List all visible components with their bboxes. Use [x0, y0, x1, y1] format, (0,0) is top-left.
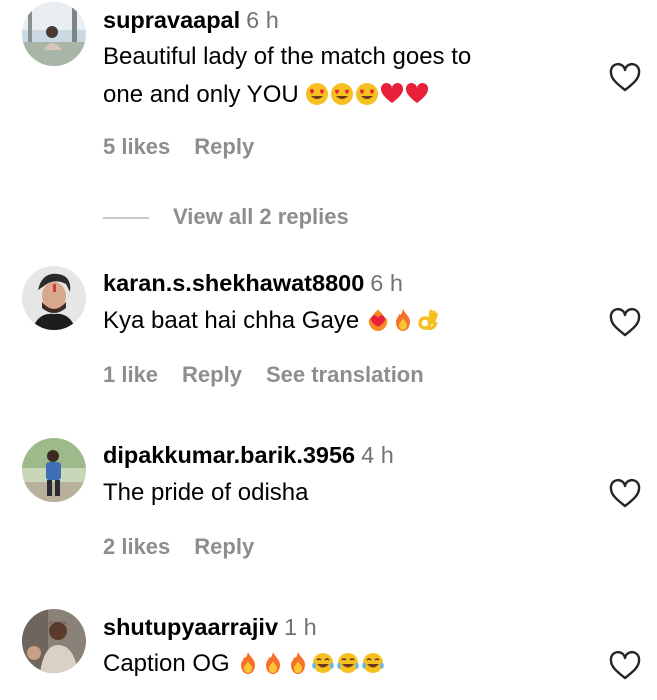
heart-eyes-emoji: [330, 82, 354, 106]
timestamp[interactable]: 6 h: [370, 270, 403, 296]
heart-outline-icon[interactable]: [608, 478, 642, 510]
likes-count[interactable]: 5 likes: [103, 134, 170, 159]
username[interactable]: shutupyaarrajiv: [103, 614, 278, 640]
ok-hand-emoji: [416, 308, 440, 332]
emoji-group: [305, 81, 430, 108]
comment-actions: 2 likes Reply: [103, 533, 278, 561]
username[interactable]: dipakkumar.barik.3956: [103, 442, 355, 468]
heart-outline-icon[interactable]: [608, 650, 642, 682]
username[interactable]: supravaapal: [103, 7, 240, 33]
timestamp[interactable]: 6 h: [246, 7, 279, 33]
avatar[interactable]: [22, 266, 86, 330]
comment-text: The pride of odisha: [103, 479, 309, 506]
username[interactable]: karan.s.shekhawat8800: [103, 270, 364, 296]
comment-text-fragment: one and only YOU: [103, 81, 299, 108]
likes-count[interactable]: 2 likes: [103, 534, 170, 559]
comment-text-fragment: Kya baat hai chha Gaye: [103, 307, 360, 334]
avatar[interactable]: [22, 2, 86, 66]
comment-text-fragment: Caption OG: [103, 650, 230, 677]
reply-button[interactable]: Reply: [182, 362, 242, 387]
heart-outline-icon[interactable]: [608, 62, 642, 94]
comment-header: supravaapal 6 h: [103, 6, 279, 34]
view-replies-label: View all 2 replies: [173, 204, 349, 229]
avatar[interactable]: [22, 609, 86, 673]
emoji-group: [236, 650, 386, 677]
reply-button[interactable]: Reply: [194, 534, 254, 559]
heart-outline-icon[interactable]: [608, 307, 642, 339]
fire-emoji: [261, 651, 285, 675]
tears-of-joy-emoji: [361, 651, 385, 675]
comment-text: Caption OG: [103, 645, 583, 683]
timestamp[interactable]: 1 h: [284, 614, 317, 640]
comment-header: dipakkumar.barik.3956 4 h: [103, 441, 394, 469]
comment-text: Beautiful lady of the match goes to one …: [103, 38, 583, 114]
divider: [103, 216, 149, 219]
comment-text-line: Beautiful lady of the match goes to: [103, 43, 472, 70]
fire-emoji: [286, 651, 310, 675]
avatar[interactable]: [22, 438, 86, 502]
fire-emoji: [236, 651, 260, 675]
comment-header: shutupyaarrajiv 1 h: [103, 613, 317, 641]
comment-text-line: one and only YOU: [103, 76, 583, 114]
comment-actions: 5 likes Reply: [103, 133, 278, 161]
see-translation-button[interactable]: See translation: [266, 362, 424, 387]
tears-of-joy-emoji: [311, 651, 335, 675]
comment-text: Kya baat hai chha Gaye: [103, 302, 583, 340]
red-heart-emoji: [405, 82, 429, 106]
reply-button[interactable]: Reply: [194, 134, 254, 159]
heart-on-fire-emoji: [366, 308, 390, 332]
heart-eyes-emoji: [305, 82, 329, 106]
timestamp[interactable]: 4 h: [361, 442, 394, 468]
view-replies-button[interactable]: View all 2 replies: [103, 203, 349, 231]
fire-emoji: [391, 308, 415, 332]
comment-actions: 1 like Reply See translation: [103, 361, 448, 389]
red-heart-emoji: [380, 82, 404, 106]
tears-of-joy-emoji: [336, 651, 360, 675]
heart-eyes-emoji: [355, 82, 379, 106]
comment-header: karan.s.shekhawat8800 6 h: [103, 269, 403, 297]
emoji-group: [366, 307, 441, 334]
likes-count[interactable]: 1 like: [103, 362, 158, 387]
